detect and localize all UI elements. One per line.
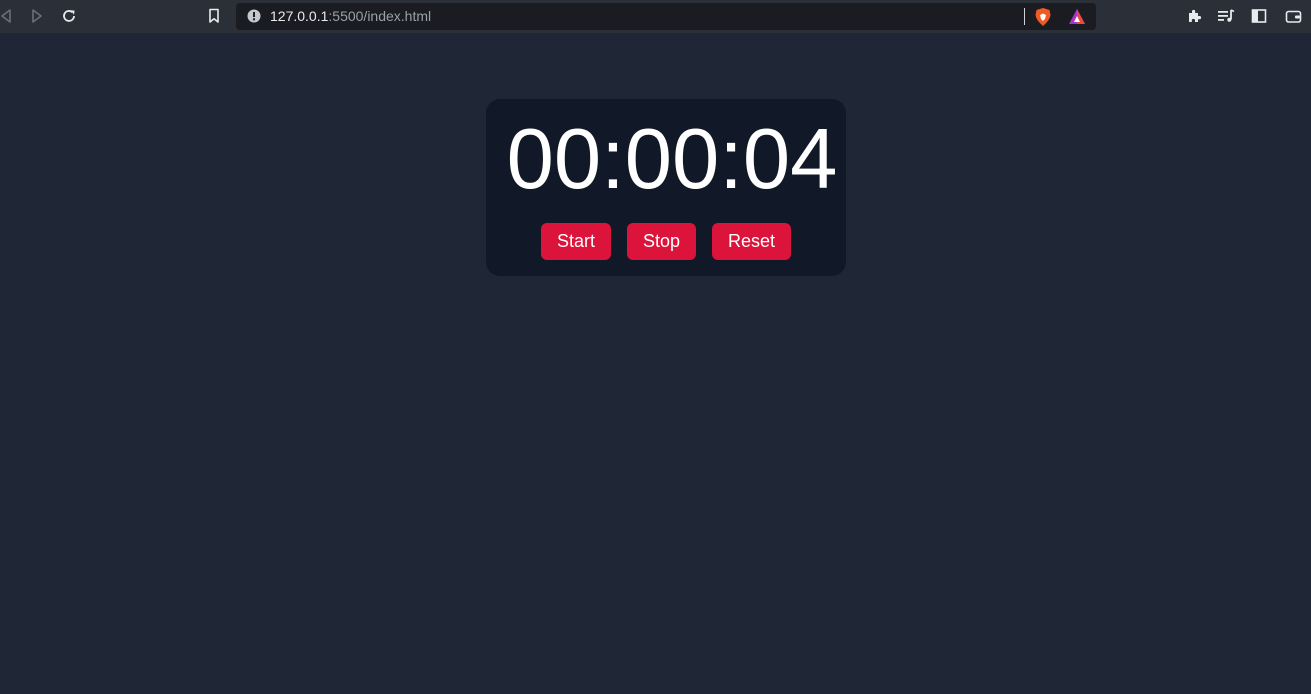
address-divider [1024, 8, 1025, 25]
browser-toolbar: 127.0.0.1:5500/index.html [0, 0, 1311, 34]
sidebar-icon[interactable] [1249, 6, 1269, 26]
forward-icon[interactable] [27, 6, 47, 26]
time-display: 00:00:04 [506, 112, 838, 207]
stopwatch-card: 00:00:04 Start Stop Reset [486, 99, 846, 276]
start-button[interactable]: Start [541, 223, 611, 260]
address-bar[interactable]: 127.0.0.1:5500/index.html [236, 3, 1096, 30]
playlist-icon[interactable] [1216, 6, 1236, 26]
wallet-icon[interactable] [1283, 6, 1303, 26]
stop-button[interactable]: Stop [627, 223, 696, 260]
url-path: :5500/index.html [328, 8, 432, 24]
reload-icon[interactable] [59, 6, 79, 26]
info-icon[interactable] [247, 9, 261, 23]
back-icon[interactable] [0, 6, 16, 26]
brave-shield-icon[interactable] [1034, 7, 1052, 27]
bookmark-icon[interactable] [204, 6, 224, 26]
brave-rewards-icon[interactable] [1068, 8, 1086, 25]
reset-button[interactable]: Reset [712, 223, 791, 260]
address-url[interactable]: 127.0.0.1:5500/index.html [270, 8, 431, 25]
url-host: 127.0.0.1 [270, 8, 329, 24]
puzzle-icon[interactable] [1184, 6, 1204, 26]
